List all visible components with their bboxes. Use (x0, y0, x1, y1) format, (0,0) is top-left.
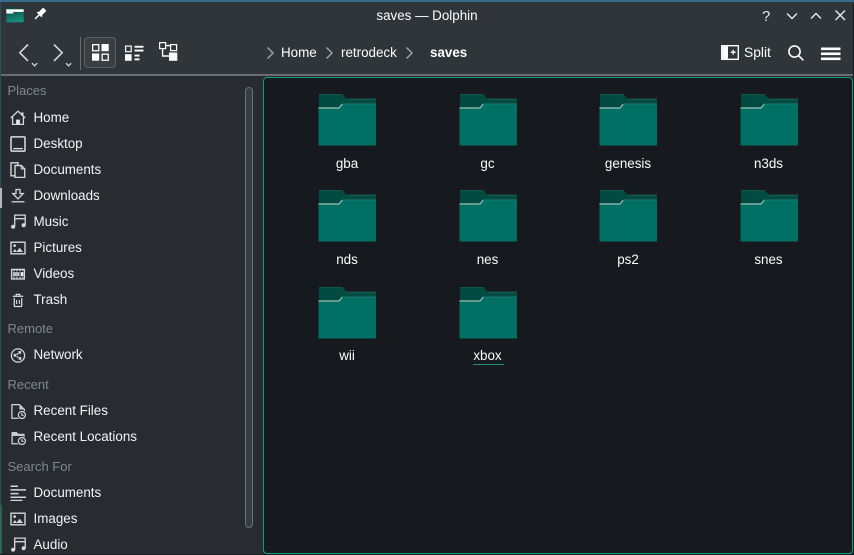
svg-text:?: ? (762, 8, 770, 25)
